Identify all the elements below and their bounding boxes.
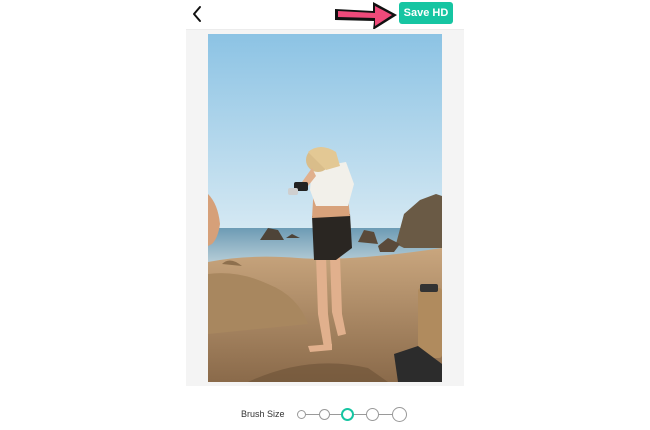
editor-canvas[interactable] (186, 30, 464, 386)
back-button[interactable] (186, 2, 210, 26)
save-hd-button[interactable]: Save HD (399, 2, 453, 24)
brush-size-control: Brush Size (241, 404, 411, 426)
brush-size-option-xs[interactable] (297, 410, 306, 419)
edited-photo[interactable] (208, 34, 442, 382)
brush-size-label: Brush Size (241, 409, 285, 419)
chevron-left-icon (193, 6, 201, 22)
brush-size-option-xl[interactable] (392, 407, 407, 422)
brush-size-option-s[interactable] (319, 409, 330, 420)
brush-size-option-l[interactable] (366, 408, 379, 421)
beach-photo-image (208, 34, 442, 382)
brush-size-option-m[interactable] (341, 408, 354, 421)
